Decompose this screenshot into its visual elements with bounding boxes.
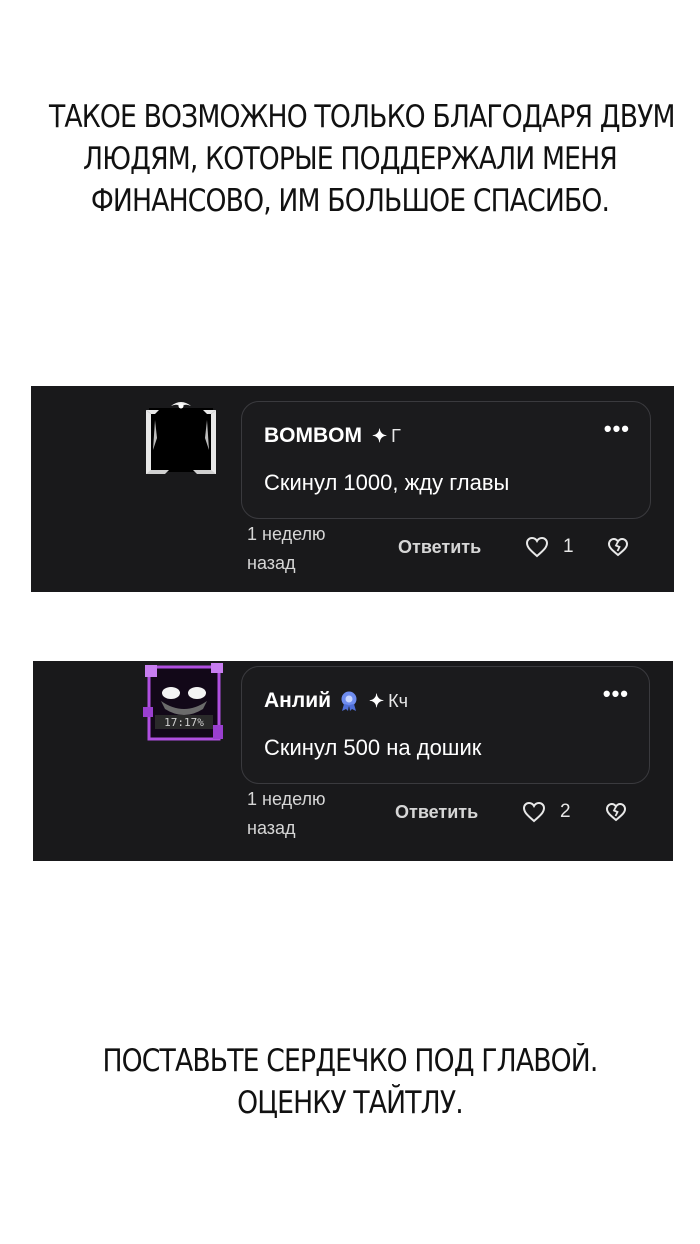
like-count: 1 [563, 536, 574, 557]
reply-button[interactable]: Ответить [398, 537, 481, 558]
avatar[interactable]: 17:17% [143, 663, 223, 741]
avatar-frame-icon: 17:17% [143, 663, 223, 741]
more-options-icon[interactable]: ••• [604, 418, 630, 440]
comment-timestamp: 1 неделю назад [247, 785, 326, 843]
avatar-frame-icon [146, 402, 216, 474]
user-tag: Кч [388, 690, 408, 711]
broken-heart-button[interactable] [605, 802, 627, 827]
user-tag: Г [391, 425, 401, 446]
comment-card: BOMBOM ✦ Г ••• Скинул 1000, жду главы 1 … [31, 386, 674, 592]
bottom-caption: ПОСТАВЬТЕ СЕРДЕЧКО ПОД ГЛАВОЙ. ОЦЕНКУ ТА… [49, 1040, 651, 1124]
verified-badge-icon [339, 690, 359, 712]
comment-header: BOMBOM ✦ Г [264, 424, 401, 448]
comment-header: Анлий ✦ Кч [264, 689, 408, 713]
timestamp-line-1: 1 неделю [247, 789, 326, 809]
comment-text: Скинул 500 на дошик [264, 735, 482, 760]
comment-bubble: BOMBOM ✦ Г ••• Скинул 1000, жду главы [241, 401, 651, 519]
timestamp-line-2: назад [247, 553, 296, 573]
comment-timestamp: 1 неделю назад [247, 520, 326, 578]
svg-text:17:17%: 17:17% [164, 716, 204, 729]
broken-heart-icon [605, 802, 627, 822]
top-caption-line-1: ТАКОЕ ВОЗМОЖНО ТОЛЬКО БЛАГОДАРЯ ДВУМ [49, 99, 676, 135]
broken-heart-button[interactable] [607, 537, 629, 562]
sparkle-icon: ✦ [372, 425, 388, 446]
username[interactable]: BOMBOM [264, 424, 362, 448]
timestamp-line-1: 1 неделю [247, 524, 326, 544]
heart-icon [525, 536, 549, 558]
heart-icon [522, 801, 546, 823]
more-options-icon[interactable]: ••• [603, 683, 629, 705]
timestamp-line-2: назад [247, 818, 296, 838]
comment-text: Скинул 1000, жду главы [264, 470, 510, 495]
top-caption: ТАКОЕ ВОЗМОЖНО ТОЛЬКО БЛАГОДАРЯ ДВУМ ЛЮД… [49, 96, 676, 222]
like-count: 2 [560, 801, 571, 822]
top-caption-line-2: ЛЮДЯМ, КОТОРЫЕ ПОДДЕРЖАЛИ МЕНЯ [83, 141, 618, 177]
bottom-caption-line-2: ОЦЕНКУ ТАЙТЛУ. [237, 1085, 464, 1121]
bottom-caption-line-1: ПОСТАВЬТЕ СЕРДЕЧКО ПОД ГЛАВОЙ. [102, 1043, 598, 1079]
username[interactable]: Анлий [264, 689, 331, 713]
comment-card: 17:17% Анлий ✦ Кч ••• Скинул 500 на доши… [33, 661, 673, 861]
broken-heart-icon [607, 537, 629, 557]
top-caption-line-3: ФИНАНСОВО, ИМ БОЛЬШОЕ СПАСИБО. [90, 183, 610, 219]
comment-bubble: Анлий ✦ Кч ••• Скинул 500 на дошик [241, 666, 650, 784]
like-button[interactable]: 1 [525, 536, 574, 558]
sparkle-icon: ✦ [369, 690, 385, 711]
avatar[interactable] [145, 398, 217, 474]
like-button[interactable]: 2 [522, 801, 571, 823]
reply-button[interactable]: Ответить [395, 802, 478, 823]
